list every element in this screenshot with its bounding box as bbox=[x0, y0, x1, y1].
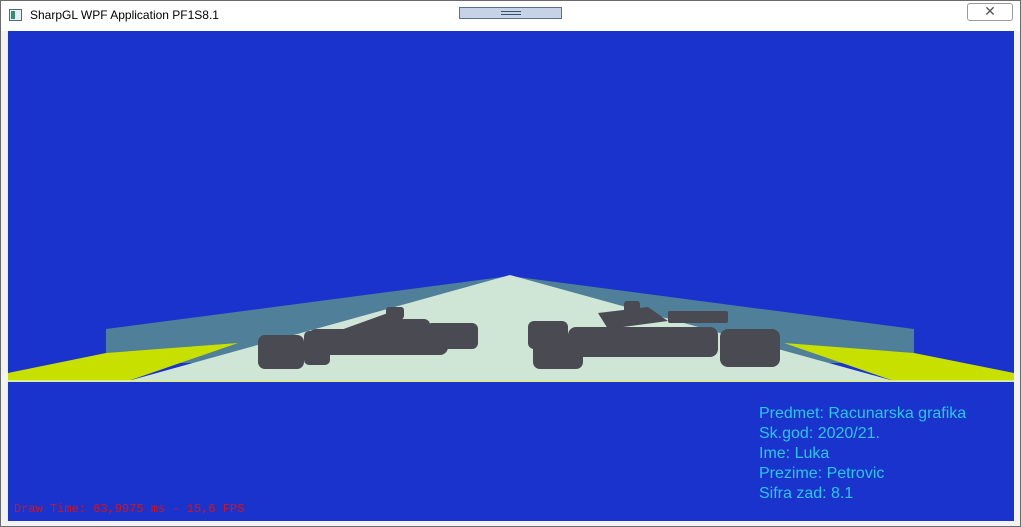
right-car-cockpit bbox=[624, 301, 640, 313]
left-car-front-wheel bbox=[426, 323, 478, 349]
info-school-year: Sk.god: 2020/21. bbox=[759, 425, 880, 442]
left-car-cockpit bbox=[386, 307, 404, 319]
right-car-rear-wing bbox=[668, 311, 728, 323]
info-task-code: Sifra zad: 8.1 bbox=[759, 485, 854, 502]
close-button[interactable]: ✕ bbox=[967, 3, 1013, 21]
info-subject: Predmet: Racunarska grafika bbox=[759, 405, 967, 422]
info-first-name: Ime: Luka bbox=[759, 445, 830, 462]
restore-button[interactable] bbox=[459, 7, 562, 19]
info-last-name: Prezime: Petrovic bbox=[759, 465, 885, 482]
right-car-rear-wheel bbox=[720, 329, 780, 367]
app-window: SharpGL WPF Application PF1S8.1 ✕ Predme… bbox=[0, 0, 1021, 527]
opengl-viewport[interactable]: Predmet: Racunarska grafika Sk.god: 2020… bbox=[8, 31, 1014, 521]
window-title: SharpGL WPF Application PF1S8.1 bbox=[30, 8, 219, 22]
title-bar[interactable]: SharpGL WPF Application PF1S8.1 ✕ bbox=[1, 1, 1020, 31]
left-car-rear-wheel bbox=[258, 335, 304, 369]
info-panel: Predmet: Racunarska grafika Sk.god: 2020… bbox=[759, 404, 966, 504]
draw-time-label: Draw Time: 63,9975 ms - 15,6 FPS bbox=[14, 502, 245, 516]
right-car-body bbox=[568, 327, 718, 357]
window-app-icon[interactable] bbox=[9, 9, 22, 21]
